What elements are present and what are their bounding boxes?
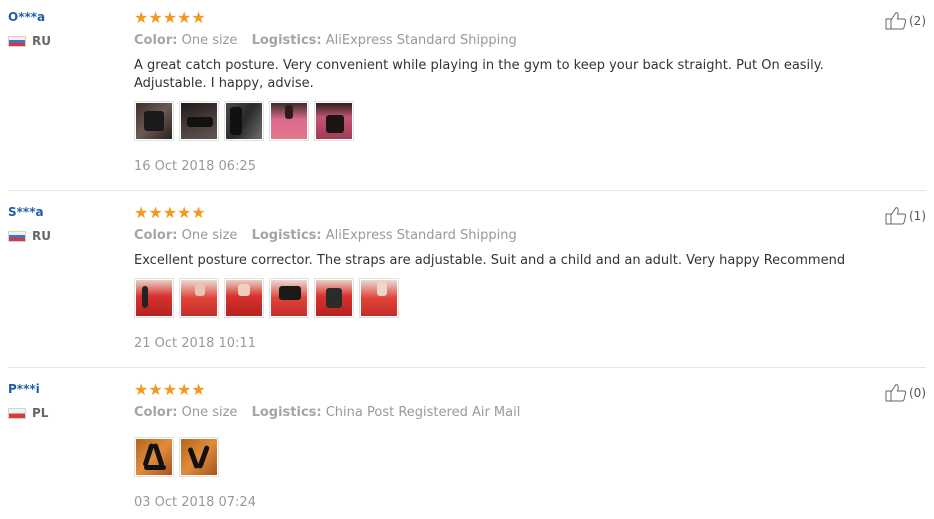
order-info: Color: One size Logistics: AliExpress St… (134, 33, 517, 48)
color-key: Color: (134, 405, 178, 420)
color-key: Color: (134, 33, 178, 48)
review-photos (134, 101, 354, 141)
color-value: One size (181, 405, 238, 420)
reviewer-name[interactable]: S***a (8, 205, 51, 219)
review-photo[interactable] (134, 101, 174, 141)
review-date: 21 Oct 2018 10:11 (134, 336, 256, 351)
logistics-key: Logistics: (251, 405, 322, 420)
reviewer-country: RU (8, 34, 51, 48)
color-value: One size (181, 33, 238, 48)
country-code: RU (32, 229, 51, 243)
review-date: 16 Oct 2018 06:25 (134, 159, 256, 174)
review-photo[interactable] (269, 101, 309, 141)
flag-pl-icon (8, 407, 26, 419)
star-rating: ★★★★★ (134, 8, 206, 27)
reviewer-country: RU (8, 229, 51, 243)
review-photo[interactable] (179, 437, 219, 477)
color-value: One size (181, 228, 238, 243)
review-content: ★★★★★ Color: One size Logistics: AliExpr… (134, 195, 904, 365)
review-divider (8, 367, 926, 368)
review-photo[interactable] (134, 437, 174, 477)
thumbs-up-icon (885, 384, 907, 402)
reviewer-info: P***i PL (8, 382, 48, 420)
order-info: Color: One size Logistics: China Post Re… (134, 405, 520, 420)
logistics-key: Logistics: (251, 228, 322, 243)
review-photo[interactable] (269, 278, 309, 318)
star-rating: ★★★★★ (134, 380, 206, 399)
review-photo[interactable] (224, 101, 264, 141)
color-key: Color: (134, 228, 178, 243)
helpful-count: (0) (909, 385, 926, 400)
helpful-button[interactable]: (1) (885, 206, 926, 225)
flag-ru-icon (8, 35, 26, 47)
thumbs-up-icon (885, 207, 907, 225)
review-text: A great catch posture. Very convenient w… (134, 58, 824, 91)
flag-ru-icon (8, 230, 26, 242)
review-photos (134, 278, 399, 318)
reviewer-name[interactable]: O***a (8, 10, 51, 24)
review-photo[interactable] (134, 278, 174, 318)
logistics-value: China Post Registered Air Mail (325, 405, 521, 420)
country-code: RU (32, 34, 51, 48)
review-photo[interactable] (359, 278, 399, 318)
logistics-key: Logistics: (251, 33, 322, 48)
logistics-value: AliExpress Standard Shipping (325, 228, 517, 243)
reviewer-country: PL (8, 406, 48, 420)
review-photo[interactable] (314, 278, 354, 318)
helpful-button[interactable]: (2) (885, 11, 926, 30)
reviewer-info: O***a RU (8, 10, 51, 48)
helpful-button[interactable]: (0) (885, 383, 926, 402)
review-content: ★★★★★ Color: One size Logistics: AliExpr… (134, 0, 904, 190)
country-code: PL (32, 406, 49, 420)
order-info: Color: One size Logistics: AliExpress St… (134, 228, 517, 243)
review-photo[interactable] (314, 101, 354, 141)
review-text: Excellent posture corrector. The straps … (134, 253, 846, 268)
review-photo[interactable] (224, 278, 264, 318)
helpful-count: (2) (909, 13, 926, 28)
thumbs-up-icon (885, 12, 907, 30)
review-photo[interactable] (179, 101, 219, 141)
review-content: ★★★★★ Color: One size Logistics: China P… (134, 372, 904, 519)
reviewer-info: S***a RU (8, 205, 51, 243)
review-date: 03 Oct 2018 07:24 (134, 495, 256, 510)
star-rating: ★★★★★ (134, 203, 206, 222)
review-divider (8, 190, 926, 191)
review-photo[interactable] (179, 278, 219, 318)
reviewer-name[interactable]: P***i (8, 382, 48, 396)
review-photos (134, 437, 219, 477)
helpful-count: (1) (909, 208, 926, 223)
logistics-value: AliExpress Standard Shipping (325, 33, 517, 48)
